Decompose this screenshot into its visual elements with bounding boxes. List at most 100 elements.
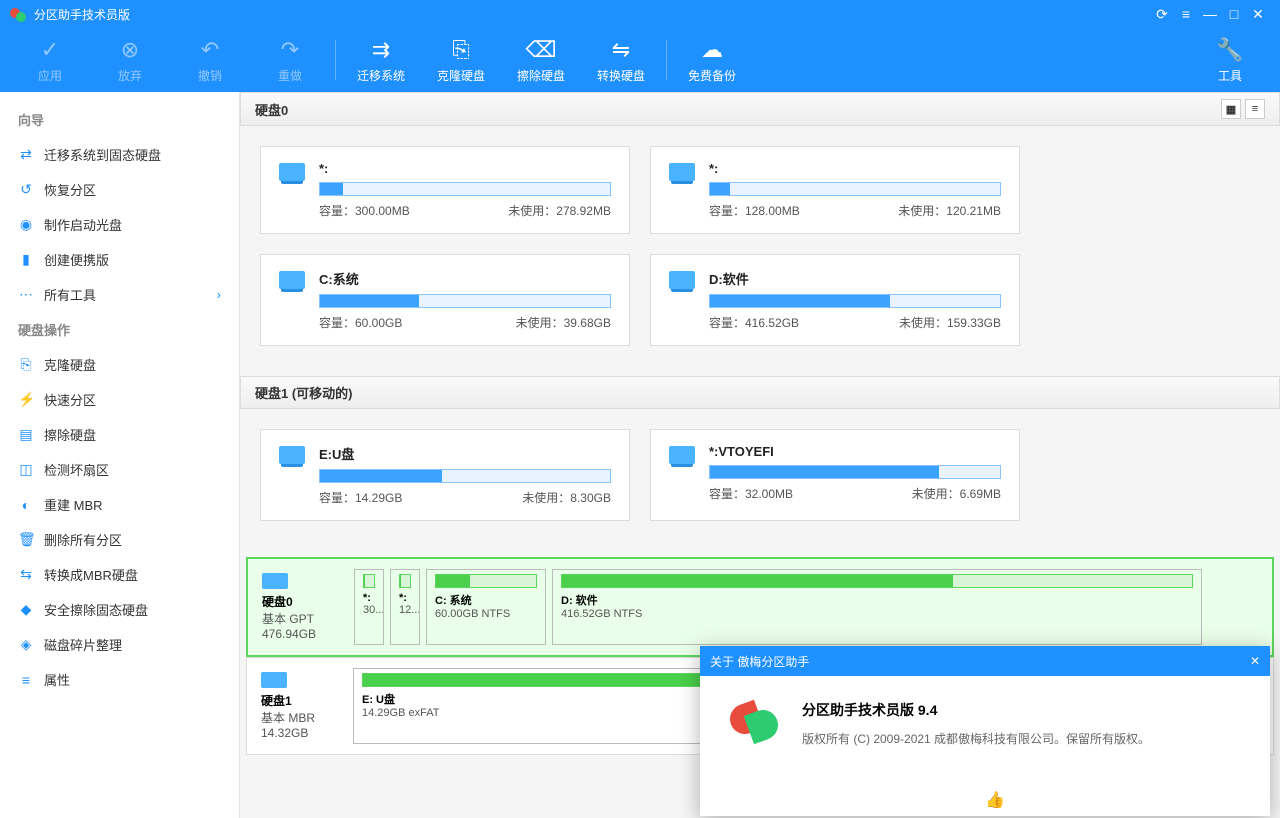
sidebar-icon: ◉ bbox=[18, 216, 34, 233]
sidebar: 向导 ⇄迁移系统到固态硬盘↺恢复分区◉制作启动光盘▮创建便携版⋯所有工具› 硬盘… bbox=[0, 92, 240, 818]
about-close-button[interactable]: ✕ bbox=[1250, 654, 1260, 668]
redo-button[interactable]: ↷重做 bbox=[250, 28, 330, 92]
close-button[interactable]: ✕ bbox=[1246, 6, 1270, 23]
partition-card[interactable]: *: 容量：300.00MB未使用：278.92MB bbox=[260, 146, 630, 234]
diskop-header: 硬盘操作 bbox=[0, 312, 239, 347]
convert-disk-button[interactable]: ⇋转换硬盘 bbox=[581, 28, 661, 92]
sidebar-icon: 🗑 bbox=[18, 531, 34, 548]
capacity-label: 容量：416.52GB bbox=[709, 314, 799, 331]
about-copyright: 版权所有 (C) 2009-2021 成都傲梅科技有限公司。保留所有版权。 bbox=[802, 730, 1150, 747]
partition-card[interactable]: *: 容量：128.00MB 未使用：120.21MB bbox=[650, 146, 1020, 234]
partition-name: E:U盘 bbox=[319, 444, 611, 463]
sidebar-icon: ⋯ bbox=[18, 286, 34, 303]
partition-card[interactable]: C:系统 容量：60.00GB未使用：39.68GB bbox=[260, 254, 630, 346]
disk0-map[interactable]: 硬盘0基本 GPT476.94GB *:30...*:12...C: 系统60.0… bbox=[246, 557, 1274, 657]
sidebar-item[interactable]: ▮创建便携版 bbox=[0, 242, 239, 277]
sidebar-item[interactable]: ◈磁盘碎片整理 bbox=[0, 627, 239, 662]
disk-icon bbox=[261, 672, 287, 688]
sidebar-item-label: 检测坏扇区 bbox=[44, 460, 109, 479]
view-list-button[interactable]: ≡ bbox=[1245, 99, 1265, 119]
disk-type: 基本 GPT bbox=[262, 610, 344, 627]
sidebar-item[interactable]: ◐ 重建 MBR bbox=[0, 487, 239, 522]
free-label: 未使用：120.21MB bbox=[898, 202, 1001, 219]
disk1-header[interactable]: 硬盘1 (可移动的) bbox=[240, 376, 1280, 409]
sidebar-item-label: 迁移系统到固态硬盘 bbox=[44, 145, 161, 164]
partition-name: *: bbox=[709, 161, 1001, 176]
disk-size: 14.32GB bbox=[261, 726, 343, 740]
maximize-button[interactable]: □ bbox=[1222, 6, 1246, 22]
migrate-os-button[interactable]: ⇉迁移系统 bbox=[341, 28, 421, 92]
thumb-icon[interactable]: 👍 bbox=[985, 790, 1005, 810]
sidebar-item-label: 擦除硬盘 bbox=[44, 425, 96, 444]
disk0-header[interactable]: 硬盘0 ▦ ≡ bbox=[240, 92, 1280, 126]
sidebar-item-label: 重建 MBR bbox=[44, 495, 103, 514]
sidebar-item-label: 快速分区 bbox=[44, 390, 96, 409]
sidebar-item[interactable]: ⎘ 克隆硬盘 bbox=[0, 347, 239, 382]
sidebar-item[interactable]: ≡属性 bbox=[0, 662, 239, 697]
partition-card[interactable]: E:U盘 容量：14.29GB未使用：8.30GB bbox=[260, 429, 630, 521]
sidebar-item[interactable]: 🗑 删除所有分区 bbox=[0, 522, 239, 557]
sidebar-icon: ◈ bbox=[18, 636, 34, 653]
sidebar-icon: ◆ bbox=[18, 601, 34, 618]
sidebar-icon: ◫ bbox=[18, 461, 34, 478]
map-partition[interactable]: D: 软件416.52GB NTFS bbox=[552, 569, 1202, 645]
app-logo-icon bbox=[10, 6, 26, 22]
disk-icon bbox=[262, 573, 288, 589]
usage-bar bbox=[709, 294, 1001, 308]
partition-name: C:系统 bbox=[319, 269, 611, 288]
free-label: 未使用：159.33GB bbox=[899, 314, 1001, 331]
disk-icon bbox=[669, 446, 695, 464]
partition-name: D:软件 bbox=[709, 269, 1001, 288]
sidebar-item[interactable]: ◫ 检测坏扇区 bbox=[0, 452, 239, 487]
discard-button[interactable]: ⊗放弃 bbox=[90, 28, 170, 92]
sidebar-item[interactable]: ◉ 制作启动光盘 bbox=[0, 207, 239, 242]
map-partition[interactable]: *:12... bbox=[390, 569, 420, 645]
sidebar-item-label: 克隆硬盘 bbox=[44, 355, 96, 374]
sidebar-icon: ◐ bbox=[18, 497, 34, 513]
sidebar-item-label: 删除所有分区 bbox=[44, 530, 122, 549]
map-partition[interactable]: C: 系统60.00GB NTFS bbox=[426, 569, 546, 645]
disk-icon bbox=[279, 163, 305, 181]
minimize-button[interactable]: — bbox=[1198, 6, 1222, 22]
about-product: 分区助手技术员版 9.4 bbox=[802, 700, 1150, 720]
wipe-disk-button[interactable]: ⌫擦除硬盘 bbox=[501, 28, 581, 92]
disk-size: 476.94GB bbox=[262, 627, 344, 641]
backup-button[interactable]: ☁免费备份 bbox=[672, 28, 752, 92]
sidebar-item[interactable]: ↺恢复分区 bbox=[0, 172, 239, 207]
usage-bar bbox=[709, 182, 1001, 196]
sidebar-icon: ⎘ bbox=[18, 356, 34, 373]
capacity-label: 容量：60.00GB bbox=[319, 314, 402, 331]
sidebar-item[interactable]: ⋯所有工具› bbox=[0, 277, 239, 312]
partition-card[interactable]: *:VTOYEFI 容量：32.00MB未使用：6.69MB bbox=[650, 429, 1020, 521]
tools-button[interactable]: 🔧工具 bbox=[1190, 28, 1270, 92]
partition-card[interactable]: D:软件 容量：416.52GB 未使用：159.33GB bbox=[650, 254, 1020, 346]
sidebar-item-label: 转换成MBR硬盘 bbox=[44, 565, 138, 584]
sidebar-item-label: 安全擦除固态硬盘 bbox=[44, 600, 148, 619]
capacity-label: 容量：300.00MB bbox=[319, 202, 410, 219]
capacity-label: 容量：128.00MB bbox=[709, 202, 800, 219]
disk-name: 硬盘1 bbox=[261, 692, 343, 709]
disk-icon bbox=[669, 163, 695, 181]
menu-icon[interactable]: ≡ bbox=[1174, 6, 1198, 22]
sidebar-item[interactable]: ⚡快速分区 bbox=[0, 382, 239, 417]
undo-button[interactable]: ↶撤销 bbox=[170, 28, 250, 92]
sidebar-item[interactable]: ▤擦除硬盘 bbox=[0, 417, 239, 452]
app-title: 分区助手技术员版 bbox=[34, 6, 130, 23]
sidebar-item[interactable]: ◆ 安全擦除固态硬盘 bbox=[0, 592, 239, 627]
free-label: 未使用：6.69MB bbox=[912, 485, 1001, 502]
usage-bar bbox=[709, 465, 1001, 479]
sidebar-item-label: 制作启动光盘 bbox=[44, 215, 122, 234]
clone-disk-button[interactable]: ⎘克隆硬盘 bbox=[421, 28, 501, 92]
usage-bar bbox=[319, 294, 611, 308]
apply-button[interactable]: ✓应用 bbox=[10, 28, 90, 92]
view-tile-button[interactable]: ▦ bbox=[1221, 99, 1241, 119]
sidebar-item[interactable]: ⇆转换成MBR硬盘 bbox=[0, 557, 239, 592]
refresh-icon[interactable]: ⟳ bbox=[1150, 6, 1174, 23]
capacity-label: 容量：14.29GB bbox=[319, 489, 402, 506]
about-title: 关于 傲梅分区助手 bbox=[710, 653, 809, 670]
disk-icon bbox=[279, 446, 305, 464]
disk-name: 硬盘0 bbox=[262, 593, 344, 610]
sidebar-item[interactable]: ⇄迁移系统到固态硬盘 bbox=[0, 137, 239, 172]
free-label: 未使用：278.92MB bbox=[508, 202, 611, 219]
map-partition[interactable]: *:30... bbox=[354, 569, 384, 645]
